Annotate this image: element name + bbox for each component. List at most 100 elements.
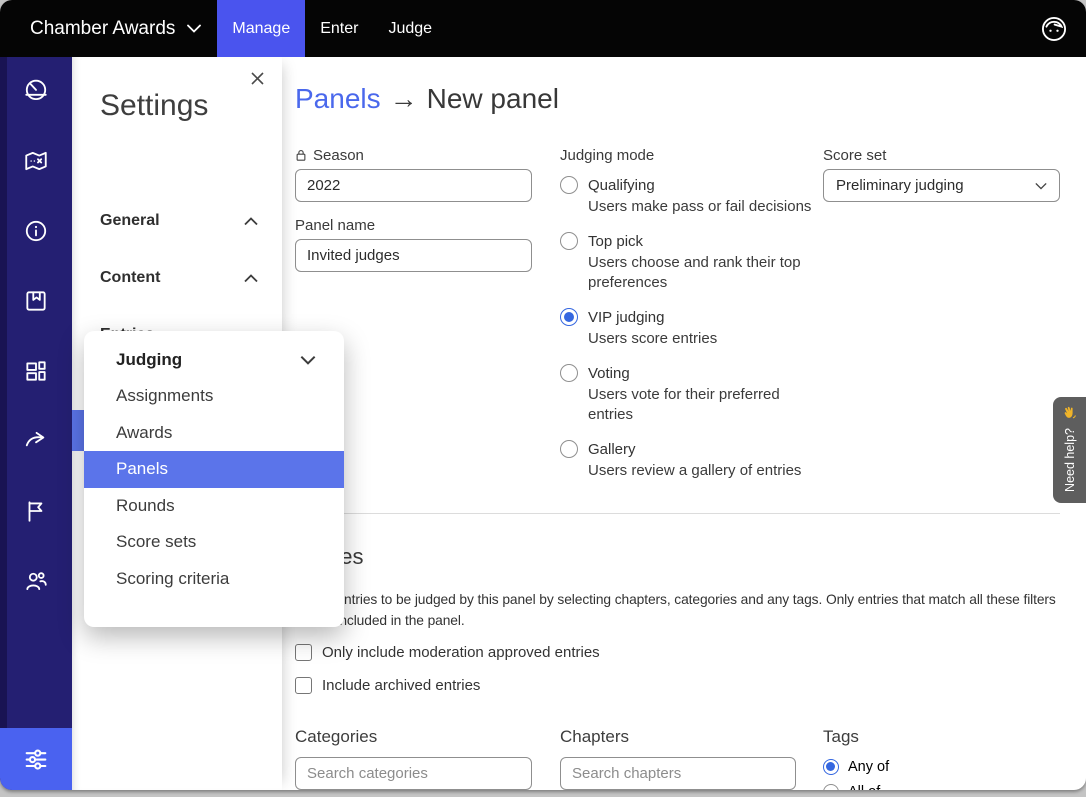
- breadcrumb-panels-link[interactable]: Panels: [295, 83, 381, 114]
- radio-description: Users score entries: [588, 329, 822, 349]
- app-title: Chamber Awards: [30, 18, 175, 40]
- arrow-right-icon: →: [390, 83, 418, 114]
- section-label: Content: [100, 269, 160, 287]
- nav-item-scoring-criteria[interactable]: Scoring criteria: [84, 561, 344, 598]
- nav-item-assignments[interactable]: Assignments: [84, 378, 344, 415]
- users-icon[interactable]: [23, 568, 49, 594]
- app-window: Chamber Awards Manage Enter Judge: [0, 0, 1086, 790]
- radio-description: Users review a gallery of entries: [588, 461, 822, 481]
- radio-label: VIP judging: [588, 309, 664, 326]
- info-icon[interactable]: [23, 218, 49, 244]
- arrow-icon[interactable]: [23, 428, 49, 454]
- radio-circle: [560, 176, 578, 194]
- need-help-label: Need help?: [1063, 428, 1077, 492]
- radio-description: Users choose and rank their top preferen…: [588, 253, 822, 293]
- radio-label: Voting: [588, 365, 630, 382]
- radio-circle: [560, 308, 578, 326]
- chapters-label: Chapters: [560, 727, 629, 747]
- sidebar-item-settings[interactable]: [0, 728, 72, 790]
- chevron-down-icon: [1035, 182, 1047, 190]
- radio-voting[interactable]: Voting: [560, 364, 822, 382]
- radio-label: Gallery: [588, 441, 636, 458]
- active-nav-indicator: [72, 410, 84, 451]
- tab-enter[interactable]: Enter: [305, 0, 373, 57]
- radio-label: Top pick: [588, 233, 643, 250]
- settings-title: Settings: [100, 89, 208, 123]
- section-label: General: [100, 212, 160, 230]
- chevron-up-icon: [244, 217, 258, 226]
- tab-manage[interactable]: Manage: [217, 0, 305, 57]
- dropdown-header-judging[interactable]: Judging: [84, 341, 344, 378]
- search-chapters-input[interactable]: [560, 757, 796, 790]
- checkbox-label: Only include moderation approved entries: [322, 644, 600, 661]
- checkbox-box: [295, 644, 312, 661]
- chevron-down-icon: [187, 24, 201, 33]
- checkbox-moderation-approved[interactable]: Only include moderation approved entries: [295, 644, 600, 661]
- bookmark-icon[interactable]: [23, 288, 49, 314]
- judging-mode-group: Judging mode Qualifying Users make pass …: [560, 147, 822, 496]
- flag-icon[interactable]: [23, 498, 49, 524]
- grid-icon[interactable]: [23, 358, 49, 384]
- nav-item-rounds[interactable]: Rounds: [84, 488, 344, 525]
- clock-icon[interactable]: [23, 78, 49, 104]
- settings-sliders-icon: [22, 745, 50, 773]
- page-title: New panel: [427, 83, 559, 114]
- lock-icon: [295, 149, 307, 162]
- radio-circle: [560, 364, 578, 382]
- tab-judge[interactable]: Judge: [373, 0, 447, 57]
- radio-description: Users make pass or fail decisions: [588, 197, 822, 217]
- radio-label: Qualifying: [588, 177, 655, 194]
- radio-label: Any of: [848, 759, 889, 775]
- drawer-section-general[interactable]: General: [100, 209, 258, 233]
- chevron-down-icon: [300, 355, 316, 365]
- checkbox-include-archived[interactable]: Include archived entries: [295, 677, 480, 694]
- season-label: Season: [295, 147, 532, 163]
- radio-tags-all-of[interactable]: All of: [823, 784, 880, 790]
- screen: { "colors": { "topbar_bg": "#050505", "a…: [0, 0, 1086, 797]
- topbar-tabs: Manage Enter Judge: [217, 0, 447, 57]
- topbar: Chamber Awards Manage Enter Judge: [0, 0, 1086, 57]
- nav-item-awards[interactable]: Awards: [84, 415, 344, 452]
- radio-description: Users vote for their preferred entries: [588, 385, 822, 425]
- breadcrumb: Panels → New panel: [295, 83, 559, 115]
- radio-vip-judging[interactable]: VIP judging: [560, 308, 822, 326]
- radio-top-pick[interactable]: Top pick: [560, 232, 822, 250]
- score-set-label: Score set: [823, 147, 1060, 163]
- entries-section-description: Select entries to be judged by this pane…: [295, 589, 1070, 631]
- sidebar: [0, 57, 72, 790]
- radio-circle: [560, 440, 578, 458]
- judging-mode-label: Judging mode: [560, 147, 822, 163]
- account-switcher[interactable]: Chamber Awards: [30, 18, 201, 40]
- radio-circle: [823, 784, 839, 790]
- nav-item-score-sets[interactable]: Score sets: [84, 524, 344, 561]
- tags-label: Tags: [823, 727, 859, 747]
- radio-label: All of: [848, 784, 880, 790]
- checkbox-box: [295, 677, 312, 694]
- map-icon[interactable]: [23, 148, 49, 174]
- categories-label: Categories: [295, 727, 377, 747]
- radio-qualifying[interactable]: Qualifying: [560, 176, 822, 194]
- checkbox-label: Include archived entries: [322, 677, 480, 694]
- section-divider: [295, 513, 1060, 514]
- chevron-up-icon: [244, 274, 258, 283]
- drawer-section-content[interactable]: Content: [100, 266, 258, 290]
- radio-tags-any-of[interactable]: Any of: [823, 759, 889, 775]
- judging-nav-dropdown: Judging Assignments Awards Panels Rounds…: [84, 331, 344, 627]
- score-set-select[interactable]: Preliminary judging: [823, 169, 1060, 202]
- need-help-tab[interactable]: Need help?: [1053, 397, 1086, 503]
- nav-item-panels[interactable]: Panels: [84, 451, 344, 488]
- form-column-3: Score set Preliminary judging: [823, 147, 1060, 202]
- season-input[interactable]: [295, 169, 532, 202]
- panel-name-label: Panel name: [295, 217, 532, 233]
- panel-name-input[interactable]: [295, 239, 532, 272]
- search-categories-input[interactable]: [295, 757, 532, 790]
- radio-circle: [560, 232, 578, 250]
- form-column-1: Season Panel name: [295, 147, 532, 272]
- close-icon[interactable]: [244, 65, 270, 91]
- dropdown-header-label: Judging: [116, 350, 182, 370]
- waving-hand-icon: [1062, 406, 1077, 421]
- user-avatar-icon[interactable]: [1040, 15, 1068, 43]
- score-set-value: Preliminary judging: [836, 177, 964, 194]
- radio-circle: [823, 759, 839, 775]
- radio-gallery[interactable]: Gallery: [560, 440, 822, 458]
